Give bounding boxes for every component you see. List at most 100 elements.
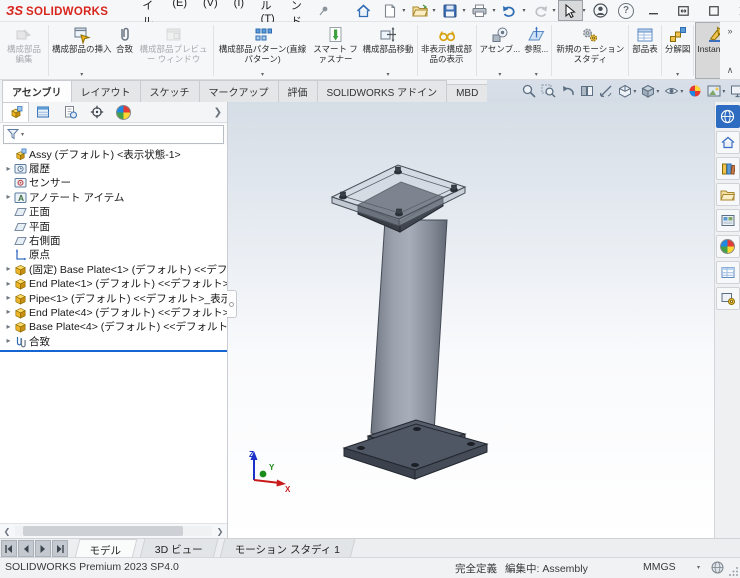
new-motion-study-button[interactable]: 新規のモーション スタディ [553,22,627,79]
first-tab-button[interactable] [1,540,17,557]
measure-icon[interactable] [598,82,614,100]
new-document-dropdown[interactable]: ▾ [402,7,405,14]
scroll-right-arrow[interactable]: ❯ [213,527,227,536]
units-selector[interactable]: MMGS [643,561,676,573]
edit-component-button[interactable]: 構成部品編集 [1,22,47,79]
new-document-button[interactable] [377,0,402,21]
tree-item-assembly-root[interactable]: Assy (デフォルト) <表示状態-1> [0,147,227,161]
save-dropdown[interactable]: ▾ [462,7,465,14]
previous-tab-button[interactable] [18,540,34,557]
tab-layout[interactable]: レイアウト [70,80,141,102]
tree-item-base-plate-1[interactable]: (固定) Base Plate<1> (デフォルト) <<デフォルト>_表示状態 [0,262,227,276]
expand-arrow[interactable] [3,291,14,305]
save-button[interactable] [437,0,462,21]
tab-model[interactable]: モデル [74,539,137,558]
view-settings-icon[interactable]: ▾ [729,82,740,100]
view-orientation-icon[interactable]: ▾ [617,82,637,100]
file-explorer-icon[interactable] [715,183,740,206]
propertymanager-tab[interactable] [29,102,56,122]
tab-mbd[interactable]: MBD [446,84,489,102]
show-hidden-components-button[interactable]: 非表示構成部品の表示 [419,22,475,79]
menu-pin-icon[interactable] [318,5,329,16]
expand-panel-chevron[interactable]: ❯ [214,102,227,122]
tab-solidworks-add-ins[interactable]: SOLIDWORKS アドイン [316,80,448,102]
featuremanager-tree-tab[interactable] [2,102,29,122]
tree-item-origin[interactable]: 原点 [0,248,227,262]
hide-show-items-icon[interactable]: ▾ [663,82,684,100]
units-dropdown-caret[interactable]: ▾ [697,564,700,571]
tab-motion-study-1[interactable]: モーション スタディ 1 [219,539,356,558]
tree-item-right-plane[interactable]: 右側面 [0,233,227,247]
component-preview-window-button[interactable]: 構成部品プレビュー ウィンドウ [136,22,212,79]
status-globe-icon[interactable] [711,561,724,574]
help-button[interactable]: ? [614,0,639,21]
print-button[interactable] [467,0,492,21]
section-view-icon[interactable] [579,82,595,100]
tree-item-base-plate-4[interactable]: Base Plate<4> (デフォルト) <<デフォルト>_表示状態 [0,320,227,334]
restore-button[interactable] [669,0,699,21]
tab-markup[interactable]: マークアップ [198,80,279,102]
solidworks-add-ins-icon[interactable] [715,287,740,310]
dimxpertmanager-tab[interactable] [83,102,110,122]
resize-grip[interactable] [728,566,739,577]
panel-horizontal-scrollbar[interactable]: ❮ ❯ [0,523,227,538]
tree-filter-input[interactable]: ▾ [3,124,224,144]
tree-item-history[interactable]: 履歴 [0,161,227,175]
expand-arrow[interactable] [3,305,14,319]
custom-properties-icon[interactable] [715,261,740,284]
tree-item-mates[interactable]: 合致 [0,334,227,348]
graphics-viewport[interactable]: Z Y X [228,102,714,538]
display-style-icon[interactable]: ▾ [640,82,660,100]
assembly-model[interactable] [228,102,714,538]
display-pane-expand-handle[interactable] [227,290,237,318]
pipe-component[interactable] [370,219,448,439]
reference-geometry-button[interactable]: 参照... [522,22,550,79]
insert-components-button[interactable]: 構成部品の挿入 [50,22,114,79]
bill-of-materials-button[interactable]: 部品表 [630,22,660,79]
base-plate-component[interactable] [342,419,489,480]
mate-button[interactable]: 合致 [114,22,136,79]
view-palette-icon[interactable] [715,209,740,232]
undo-dropdown[interactable]: ▾ [522,7,525,14]
expand-arrow[interactable] [3,262,14,276]
expand-arrow[interactable] [3,320,14,334]
home-button[interactable] [351,0,376,21]
user-account-icon[interactable] [588,0,613,21]
assembly-features-button[interactable]: アセンブ... [478,22,523,79]
configurationmanager-tab[interactable] [56,102,83,122]
tree-item-front-plane[interactable]: 正面 [0,205,227,219]
tree-item-end-plate-4[interactable]: End Plate<4> (デフォルト) <<デフォルト>_表示状態 [0,305,227,319]
appearances-scenes-icon[interactable] [715,235,740,258]
rollback-bar[interactable] [0,350,227,353]
open-button[interactable] [407,0,432,21]
scrollbar-thumb[interactable] [23,526,183,536]
next-tab-button[interactable] [35,540,51,557]
tab-3d-views[interactable]: 3D ビュー [139,539,218,558]
move-component-button[interactable]: 構成部品移動 [361,22,416,79]
print-dropdown[interactable]: ▾ [492,7,495,14]
solidworks-resources-icon[interactable] [715,105,740,128]
edit-appearance-icon[interactable] [687,82,703,100]
top-plate-transparent-component[interactable] [330,164,467,227]
home-icon[interactable] [715,131,740,154]
tree-item-annotations[interactable]: A アノテート アイテム [0,190,227,204]
tree-item-end-plate-1[interactable]: End Plate<1> (デフォルト) <<デフォルト>_表示状態 [0,277,227,291]
tab-evaluate[interactable]: 評価 [277,80,318,102]
tab-sketch[interactable]: スケッチ [139,80,200,102]
displaymanager-tab[interactable] [110,102,137,122]
tree-item-sensors[interactable]: センサー [0,176,227,190]
smart-fasteners-button[interactable]: スマート ファスナー [311,22,361,79]
linear-component-pattern-button[interactable]: 構成部品パターン(直線パターン) [215,22,311,79]
open-dropdown[interactable]: ▾ [432,7,435,14]
minimize-button[interactable] [639,0,669,21]
redo-button[interactable] [528,0,553,21]
collapse-ribbon-button[interactable]: ∧ [727,65,734,76]
tree-item-pipe-1[interactable]: Pipe<1> (デフォルト) <<デフォルト>_表示状態 1> [0,291,227,305]
expand-arrow[interactable] [3,334,14,348]
undo-button[interactable] [497,0,522,21]
apply-scene-icon[interactable]: ▾ [706,82,726,100]
redo-dropdown[interactable]: ▾ [553,7,556,14]
maximize-button[interactable] [699,0,729,21]
expand-arrow[interactable] [3,277,14,291]
select-tool-button[interactable] [557,0,583,21]
